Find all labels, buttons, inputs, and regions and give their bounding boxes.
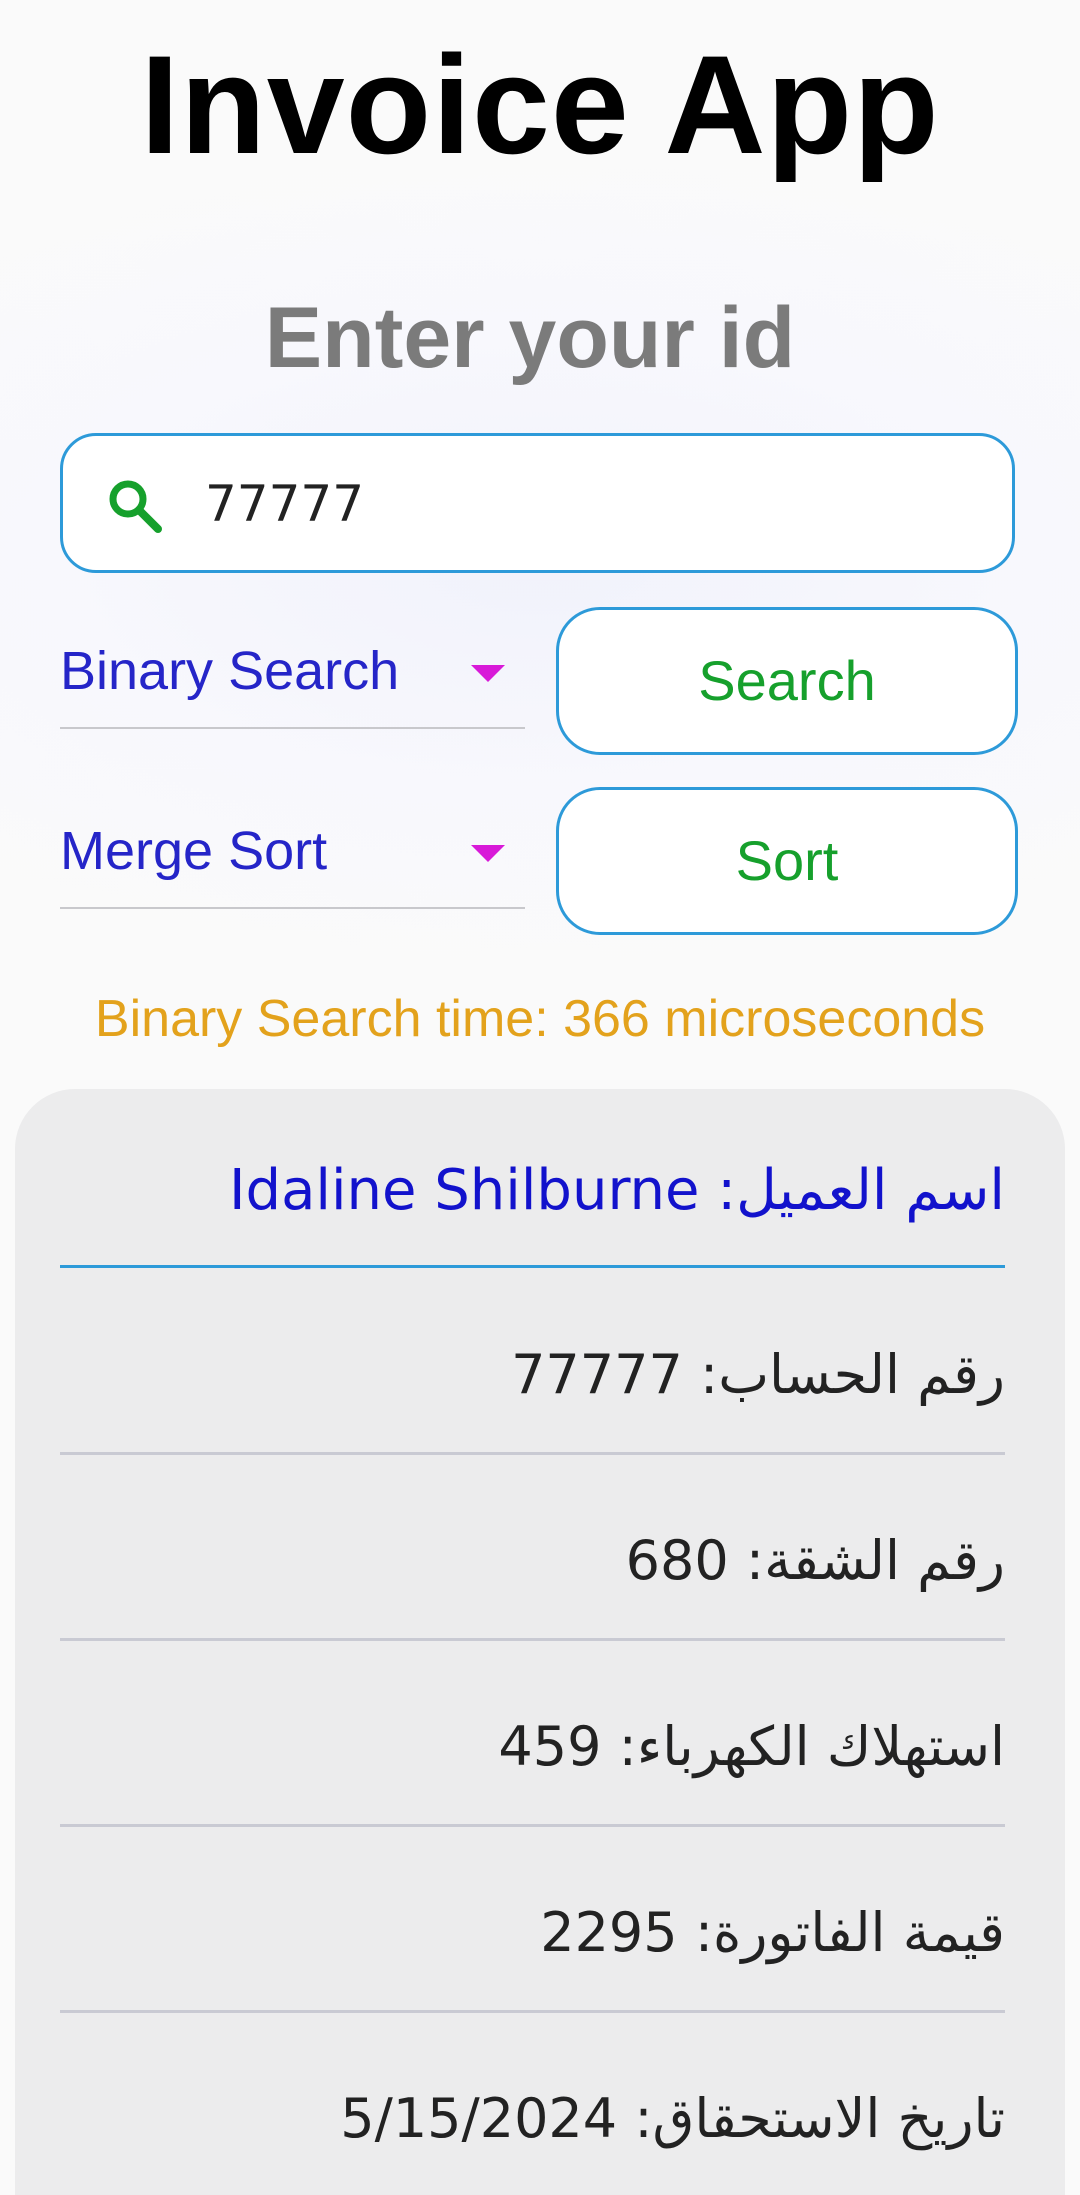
search-input[interactable] xyxy=(205,456,985,552)
search-algorithm-label: Binary Search xyxy=(60,641,400,701)
apartment-number-row: رقم الشقة: 680 xyxy=(60,1455,1005,1641)
sort-algorithm-dropdown[interactable]: Merge Sort xyxy=(60,785,525,909)
sort-algorithm-label: Merge Sort xyxy=(60,821,328,881)
search-box[interactable] xyxy=(60,433,1015,573)
triangle-down-icon xyxy=(471,665,505,682)
search-algorithm-dropdown[interactable]: Binary Search xyxy=(60,605,525,729)
sort-button[interactable]: Sort xyxy=(556,787,1018,935)
account-number-label: رقم الحساب: xyxy=(700,1343,1005,1406)
search-button[interactable]: Search xyxy=(556,607,1018,755)
app-title: Invoice App xyxy=(140,26,940,183)
customer-name-row: اسم العميل: Idaline Shilburne xyxy=(60,1150,1005,1268)
search-timing-text: Binary Search time: 366 microseconds xyxy=(94,990,986,1048)
triangle-down-icon xyxy=(471,845,505,862)
electricity-consumption-value: 459 xyxy=(498,1715,602,1778)
customer-name-label: اسم العميل: xyxy=(717,1158,1005,1223)
search-icon xyxy=(105,476,165,536)
id-prompt: Enter your id xyxy=(264,290,796,386)
apartment-number-label: رقم الشقة: xyxy=(745,1529,1005,1592)
account-number-row: رقم الحساب: 77777 xyxy=(60,1268,1005,1455)
due-date-label: تاريخ الاستحقاق: xyxy=(634,2087,1005,2150)
customer-name-value: Idaline Shilburne xyxy=(229,1158,700,1223)
invoice-amount-value: 2295 xyxy=(540,1901,678,1964)
electricity-consumption-label: استهلاك الكهرباء: xyxy=(618,1715,1005,1778)
invoice-amount-row: قيمة الفاتورة: 2295 xyxy=(60,1827,1005,2013)
due-date-row: تاريخ الاستحقاق: 5/15/2024 xyxy=(60,2013,1005,2195)
due-date-value: 5/15/2024 xyxy=(340,2087,618,2150)
electricity-consumption-row: استهلاك الكهرباء: 459 xyxy=(60,1641,1005,1827)
apartment-number-value: 680 xyxy=(625,1529,729,1592)
invoice-amount-label: قيمة الفاتورة: xyxy=(694,1901,1005,1964)
account-number-value: 77777 xyxy=(511,1343,683,1406)
